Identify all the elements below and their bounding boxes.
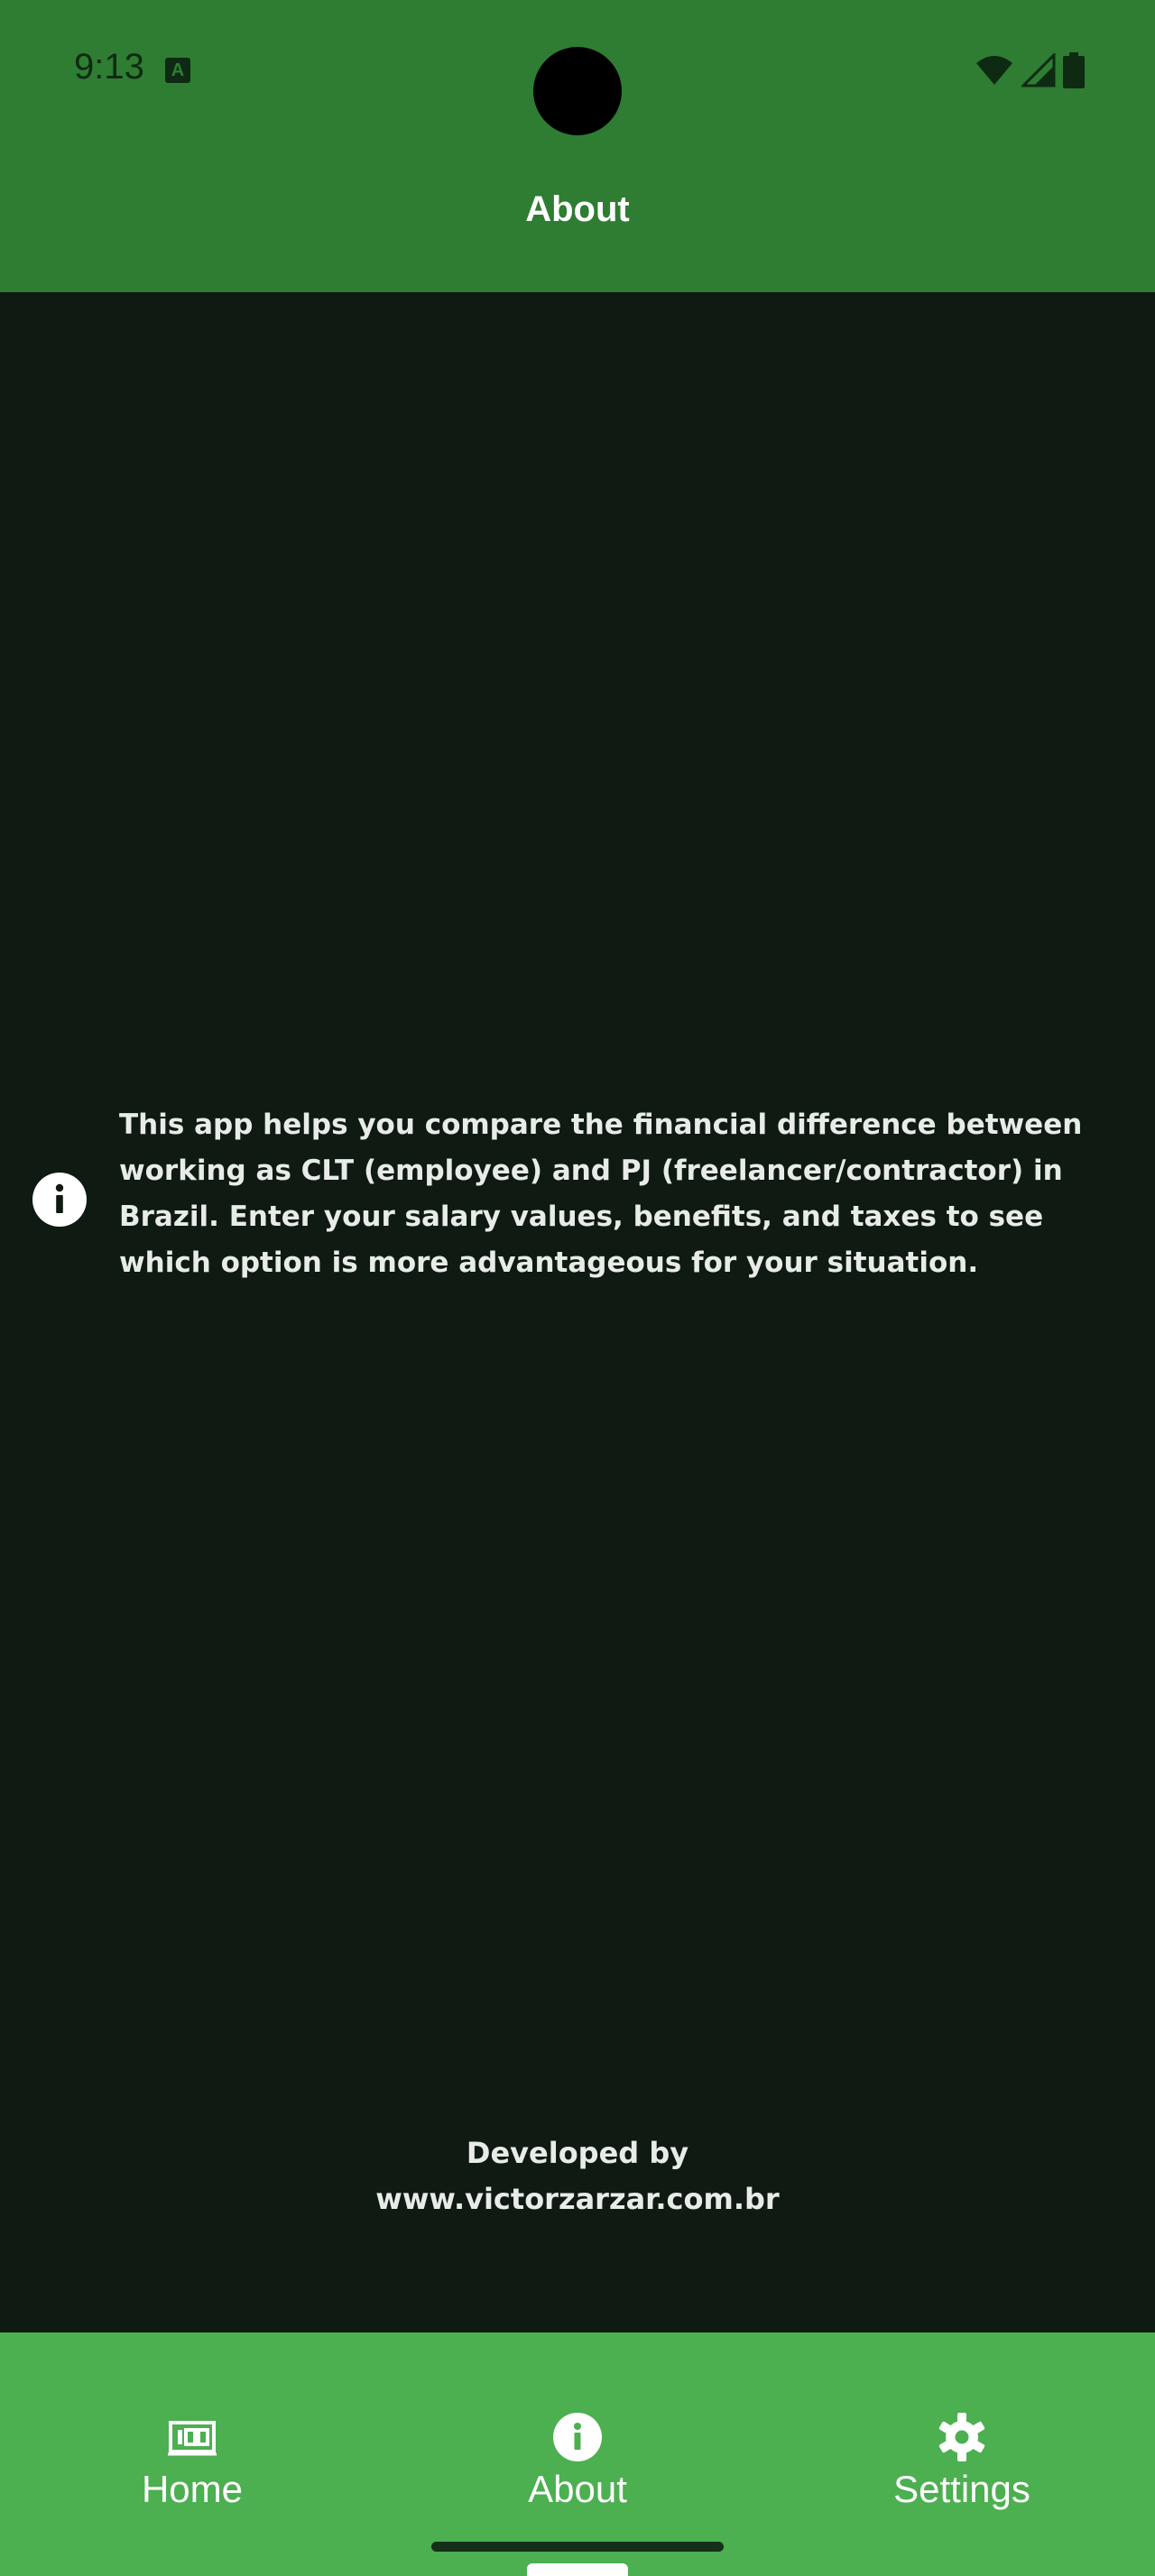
- nav-label-home: Home: [141, 2468, 244, 2510]
- about-info: This app helps you compare the financial…: [32, 1102, 1133, 1292]
- a-icon: A: [165, 58, 190, 83]
- app-header: 9:13 A About: [0, 0, 1155, 292]
- signal-icon: [1021, 53, 1056, 87]
- wifi-icon: [976, 56, 1012, 85]
- nav-item-home[interactable]: Home: [57, 2410, 328, 2518]
- status-icons: [975, 52, 1085, 88]
- money-icon: [168, 2421, 217, 2456]
- info-icon: [553, 2413, 602, 2461]
- about-description: This app helps you compare the financial…: [119, 1109, 1083, 1279]
- battery-icon: [1063, 52, 1085, 88]
- nav-label-settings: Settings: [893, 2468, 1030, 2510]
- bottom-navigation: Home About Settings: [0, 2332, 1155, 2576]
- camera-cutout: [533, 47, 622, 135]
- page-title: About: [525, 189, 630, 229]
- gear-icon: [938, 2413, 985, 2461]
- nav-item-about[interactable]: About: [442, 2410, 713, 2518]
- info-icon: [32, 1173, 87, 1227]
- gesture-handle[interactable]: [431, 2542, 724, 2552]
- developed-by-label: Developed by: [466, 2136, 689, 2170]
- developer-website-link[interactable]: www.victorzarzar.com.br: [0, 2176, 1155, 2222]
- nav-label-about: About: [528, 2468, 627, 2510]
- nav-item-settings[interactable]: Settings: [827, 2410, 1097, 2518]
- developer-credit: Developed by www.victorzarzar.com.br: [0, 2130, 1155, 2222]
- status-time: 9:13: [74, 47, 144, 87]
- gesture-tab-indicator: [527, 2563, 628, 2576]
